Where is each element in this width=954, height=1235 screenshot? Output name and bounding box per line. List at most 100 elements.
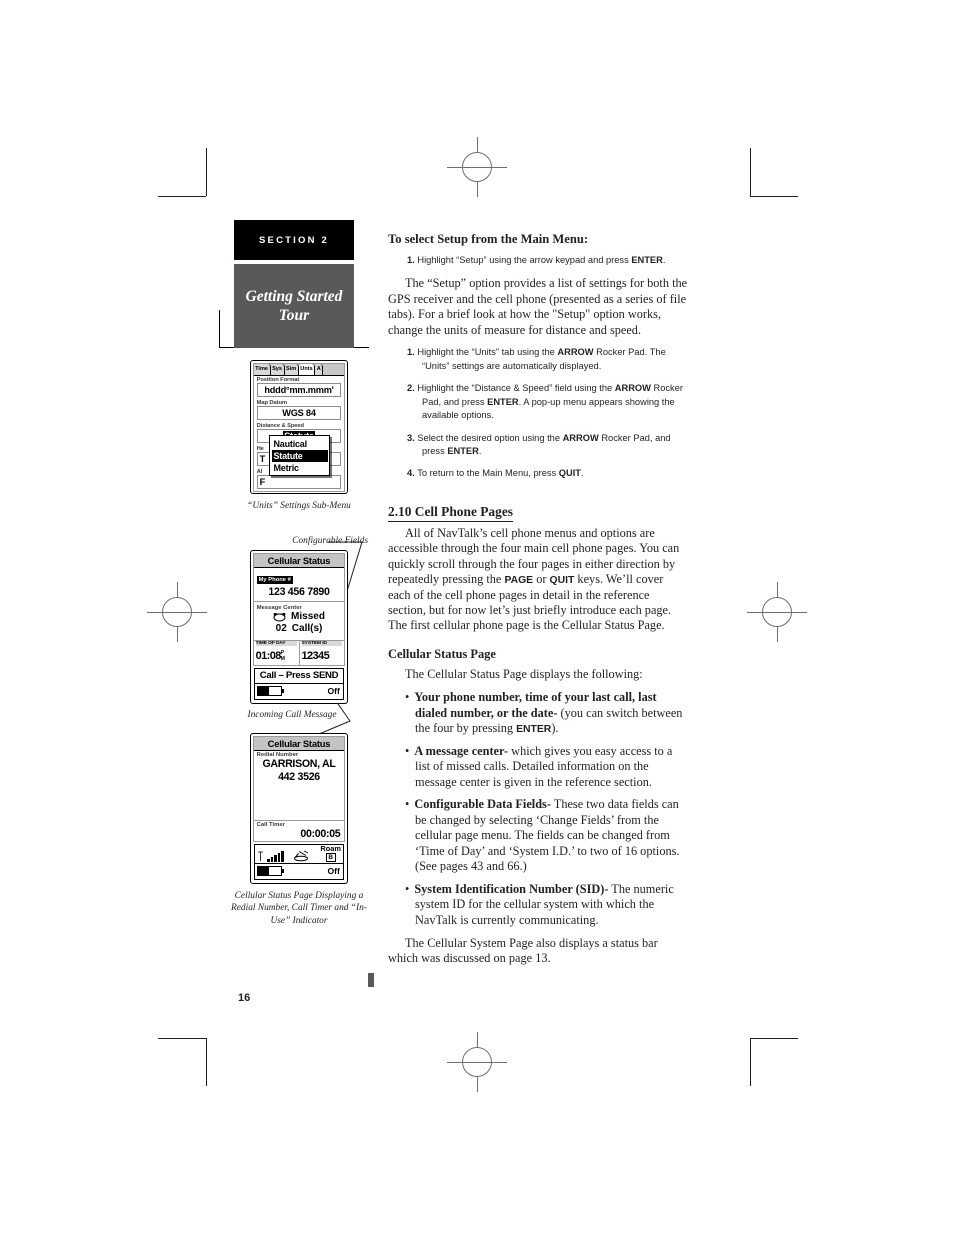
in-use-icon (294, 850, 309, 861)
step-text-a: Highlight “Setup” using the arrow keypad… (417, 255, 632, 265)
value-call-timer: 00:00:05 (300, 827, 341, 840)
crop-mark-bottom-right-v (750, 1038, 751, 1086)
label-redial-number: Redial Number (256, 751, 299, 758)
step-text: Highlight the “Units” tab using the (417, 347, 558, 358)
caption-incoming-call: Incoming Call Message (247, 709, 337, 720)
step-text-c: . (662, 255, 666, 265)
value-altitude[interactable]: F (256, 474, 342, 489)
message-center-row-2: 02 Call(s) (254, 623, 345, 635)
crop-mark-bottom-left-v (206, 1038, 207, 1086)
bullet-term: Configurable Data Fields- (414, 797, 551, 812)
step-select-setup: 1. Highlight “Setup” using the arrow key… (388, 254, 688, 267)
heading-cell-phone-pages: 2.10 Cell Phone Pages (388, 504, 513, 522)
step-number: 2. (407, 383, 415, 394)
figure-units-settings-screen: Time Sys Sim Unts A Position Format hddd… (250, 360, 348, 495)
units-tab-row: Time Sys Sim Unts A (253, 363, 345, 376)
status-off-label: Off (327, 686, 340, 697)
section-number: SECTION 2 (234, 220, 354, 260)
crop-mark-top-right-h (750, 196, 798, 197)
popup-option-statute[interactable]: Statute (271, 449, 328, 462)
signal-status-row: Roam B (255, 845, 343, 863)
value-redial-name: GARRISON, AL (262, 757, 336, 770)
key-label: ENTER (487, 396, 519, 407)
crop-mark-top-right-v (750, 148, 751, 196)
signal-strength-bars (267, 850, 285, 862)
callout-configurable-fields: Configurable Fields (292, 535, 368, 546)
tab-partial[interactable]: A (315, 363, 324, 375)
bullet-tail: ). (551, 721, 559, 736)
roam-band: B (325, 852, 336, 862)
key-label: ENTER (516, 724, 552, 736)
handset-icon (273, 612, 286, 622)
field-system-id[interactable]: SYSTEM ID 12345 (298, 640, 345, 665)
label-call-timer: Call Timer (256, 821, 285, 828)
heading-cellular-status-page: Cellular Status Page (388, 646, 496, 661)
units-popup-menu: Nautical Statute Metric (269, 435, 330, 476)
label-system-id: SYSTEM ID (301, 640, 343, 646)
key-quit: QUIT (549, 575, 575, 587)
bullet-item: Your phone number, time of your last cal… (388, 690, 688, 736)
status-off-label: Off (327, 866, 340, 877)
registration-mark-top (447, 137, 507, 197)
figure-redial-screen: Cellular Status Redial Number GARRISON, … (250, 733, 348, 884)
label-time-of-day: TIME OF DAY (255, 640, 297, 646)
key-label: ENTER (447, 445, 479, 456)
tab-units[interactable]: Unts (298, 363, 316, 375)
step-number: 1. (407, 347, 415, 358)
key-enter: ENTER (631, 255, 663, 265)
tab-time[interactable]: Time (253, 363, 271, 375)
label-position-format: Position Format (256, 376, 300, 383)
tab-sys[interactable]: Sys (270, 363, 285, 375)
battery-status-row: Off (255, 862, 343, 879)
popup-option-nautical[interactable]: Nautical (272, 438, 328, 450)
registration-mark-bottom (447, 1032, 507, 1092)
registration-mark-left (147, 582, 207, 642)
section-title: Getting Started Tour (234, 264, 354, 348)
status-page-bullet-list: Your phone number, time of your last cal… (388, 690, 688, 928)
step-item: 3. Select the desired option using the A… (388, 432, 688, 459)
step-text: Select the desired option using the (417, 432, 563, 443)
field-time-of-day[interactable]: TIME OF DAY 01:08P M (254, 640, 299, 665)
bleed-marker (368, 973, 374, 987)
status-bar: Off (255, 682, 343, 699)
redial-status-block: Roam B Off (254, 843, 344, 880)
figure-cellular-status-screen: Cellular Status My Phone # 123 456 7890 … (250, 550, 348, 704)
step-number: 1. (407, 255, 415, 265)
step-text: . (478, 445, 482, 456)
incoming-call-bar: Call – Press SEND Off (254, 667, 344, 700)
missed-text-2: Call(s) (291, 622, 323, 634)
battery-icon (257, 866, 285, 877)
bullet-term: System Identification Number (SID)- (414, 881, 609, 896)
step-number: 3. (407, 432, 415, 443)
document-page: SECTION 2 Getting Started Tour Time Sys S… (0, 0, 954, 1235)
para-part-mid: or (533, 572, 550, 587)
para-setup-description: The “Setup” option provides a list of se… (388, 276, 688, 337)
battery-icon (257, 686, 285, 697)
missed-text-1: Missed (291, 610, 325, 622)
bullet-item: A message center- which gives you easy a… (388, 744, 688, 790)
missed-count: 02 (275, 622, 287, 634)
crop-mark-top-left-v (206, 148, 207, 196)
key-label: ARROW (614, 383, 651, 394)
popup-option-metric[interactable]: Metric (272, 462, 328, 474)
value-phone-number: 123 456 7890 (268, 585, 330, 598)
step-number: 4. (407, 468, 415, 479)
value-position-format[interactable]: hddd°mm.mmm' (256, 382, 342, 397)
label-map-datum: Map Datum (256, 399, 287, 406)
cellular-status-title: Cellular Status (253, 553, 345, 568)
value-map-datum[interactable]: WGS 84 (256, 405, 342, 420)
body-column: To select Setup from the Main Menu: 1. H… (388, 232, 688, 975)
caption-redial-page: Cellular Status Page Displaying a Redial… (231, 890, 367, 926)
tab-sim[interactable]: Sim (284, 363, 299, 375)
crop-mark-top-left-h (158, 196, 206, 197)
para-closing: The Cellular System Page also displays a… (388, 936, 658, 966)
para-cell-phone-pages: All of NavTalk’s cell phone menus and op… (388, 526, 688, 634)
bullet-item: Configurable Data Fields- These two data… (388, 797, 688, 874)
step-text: . (581, 468, 584, 479)
section-rule-vertical (219, 310, 220, 348)
message-center-row-1: Missed (254, 611, 345, 623)
figure-column: Time Sys Sim Unts A Position Format hddd… (224, 360, 374, 927)
crop-mark-bottom-right-h (750, 1038, 798, 1039)
redial-page-title: Cellular Status (253, 736, 345, 751)
heading-select-setup: To select Setup from the Main Menu: (388, 232, 589, 246)
